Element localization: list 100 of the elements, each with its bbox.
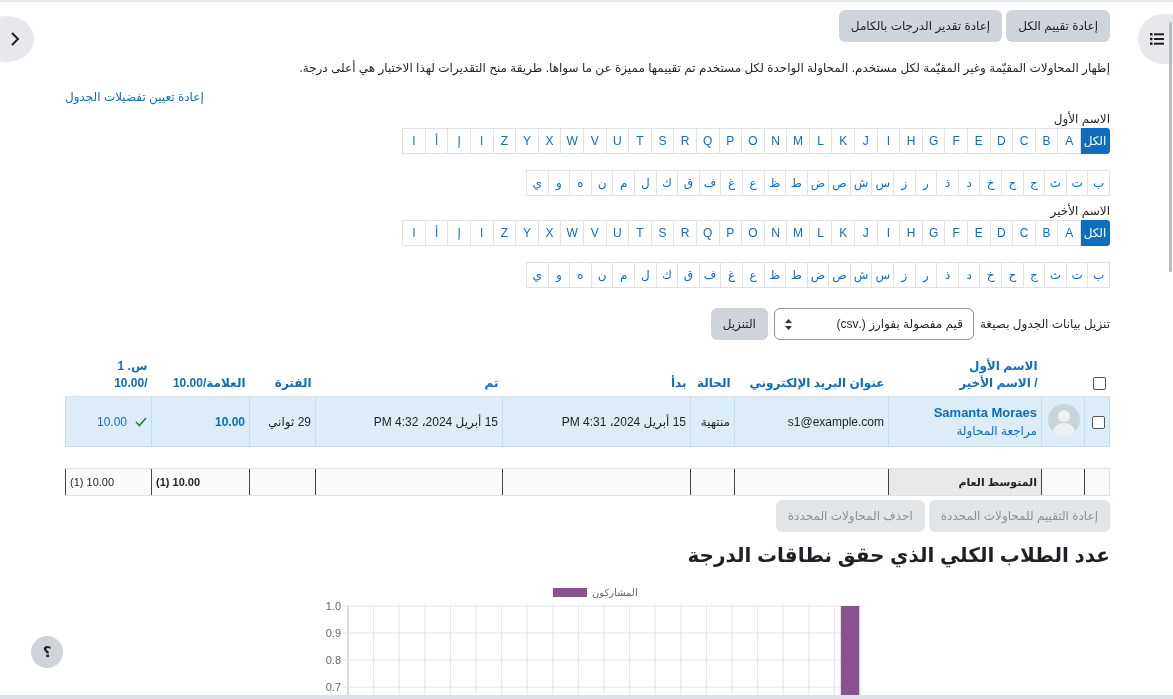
- letter-filter[interactable]: B: [1034, 220, 1059, 246]
- letter-filter[interactable]: ي: [525, 262, 549, 288]
- letter-filter[interactable]: Y: [515, 220, 539, 246]
- letter-filter[interactable]: ق: [677, 170, 700, 196]
- letter-filter[interactable]: ح: [1001, 170, 1024, 196]
- letter-filter[interactable]: U: [605, 128, 630, 154]
- letter-filter[interactable]: ع: [741, 170, 765, 196]
- letter-filter[interactable]: ف: [698, 170, 722, 196]
- letter-filter[interactable]: ظ: [763, 262, 787, 288]
- letter-filter[interactable]: W: [560, 128, 584, 154]
- letter-filter[interactable]: N: [763, 220, 788, 246]
- letter-filter[interactable]: O: [741, 128, 765, 154]
- letter-filter[interactable]: ن: [590, 262, 614, 288]
- letter-filter[interactable]: أ: [424, 128, 449, 154]
- letter-filter[interactable]: H: [899, 220, 923, 246]
- letter-filter[interactable]: ه: [569, 170, 592, 196]
- letter-filter[interactable]: S: [650, 220, 675, 246]
- column-header[interactable]: الاسم الأول: [969, 359, 1038, 373]
- letter-filter[interactable]: R: [673, 128, 697, 154]
- toolbar-button[interactable]: إعادة تقدير الدرجات بالكامل: [838, 10, 1003, 42]
- letter-filter[interactable]: F: [944, 128, 969, 154]
- letter-filter[interactable]: ض: [806, 262, 830, 288]
- letter-filter[interactable]: P: [718, 128, 743, 154]
- column-header[interactable]: س. 1: [117, 359, 148, 373]
- letter-filter[interactable]: غ: [720, 262, 743, 288]
- letter-filter[interactable]: S: [650, 128, 675, 154]
- letter-filter[interactable]: ص: [828, 262, 851, 288]
- column-header[interactable]: عنوان البريد الإلكتروني: [749, 376, 885, 390]
- column-header[interactable]: تم: [484, 376, 499, 390]
- letter-filter[interactable]: ا: [469, 128, 494, 154]
- letter-filter[interactable]: D: [989, 220, 1014, 246]
- letter-filter[interactable]: H: [899, 128, 923, 154]
- letter-filter[interactable]: L: [808, 128, 833, 154]
- letter-filter[interactable]: E: [967, 220, 991, 246]
- user-name-link[interactable]: Samanta Moraes: [893, 405, 1037, 420]
- letter-filter[interactable]: Z: [492, 220, 517, 246]
- letter-filter[interactable]: U: [605, 220, 630, 246]
- letter-filter[interactable]: N: [763, 128, 788, 154]
- letter-filter[interactable]: إ: [447, 128, 471, 154]
- letter-filter[interactable]: الكل: [1080, 128, 1110, 154]
- letter-filter[interactable]: O: [741, 220, 765, 246]
- letter-filter[interactable]: ر: [914, 262, 938, 288]
- letter-filter[interactable]: E: [967, 128, 991, 154]
- letter-filter[interactable]: ا: [402, 128, 426, 154]
- letter-filter[interactable]: ط: [785, 170, 808, 196]
- letter-filter[interactable]: أ: [424, 220, 449, 246]
- download-button[interactable]: التنزيل: [710, 308, 768, 340]
- letter-filter[interactable]: ج: [1022, 170, 1046, 196]
- help-button[interactable]: ؟: [31, 636, 63, 668]
- letter-filter[interactable]: C: [1012, 220, 1036, 246]
- select-all-checkbox[interactable]: [1092, 377, 1106, 391]
- letter-filter[interactable]: G: [921, 128, 946, 154]
- letter-filter[interactable]: ع: [741, 262, 765, 288]
- letter-filter[interactable]: T: [628, 220, 652, 246]
- letter-filter[interactable]: ط: [785, 262, 808, 288]
- column-header[interactable]: بدأ: [670, 376, 687, 390]
- letter-filter[interactable]: I: [876, 128, 901, 154]
- letter-filter[interactable]: غ: [720, 170, 743, 196]
- letter-filter[interactable]: M: [786, 128, 810, 154]
- letter-filter[interactable]: و: [547, 170, 571, 196]
- letter-filter[interactable]: ق: [677, 262, 700, 288]
- letter-filter[interactable]: V: [582, 128, 607, 154]
- letter-filter[interactable]: ح: [1001, 262, 1024, 288]
- column-header[interactable]: / الاسم الأخير: [959, 376, 1038, 390]
- letter-filter[interactable]: ث: [1044, 262, 1067, 288]
- letter-filter[interactable]: A: [1057, 220, 1081, 246]
- letter-filter[interactable]: الكل: [1080, 220, 1110, 246]
- review-attempt-link[interactable]: مراجعة المحاولة: [893, 424, 1037, 438]
- letter-filter[interactable]: ن: [590, 170, 614, 196]
- letter-filter[interactable]: ب: [1087, 170, 1110, 196]
- letter-filter[interactable]: ش: [849, 170, 873, 196]
- letter-filter[interactable]: ت: [1065, 170, 1089, 196]
- letter-filter[interactable]: ت: [1065, 262, 1089, 288]
- letter-filter[interactable]: A: [1057, 128, 1081, 154]
- column-header[interactable]: العلامة/10.00: [172, 376, 246, 390]
- letter-filter[interactable]: ث: [1044, 170, 1067, 196]
- letter-filter[interactable]: ر: [914, 170, 938, 196]
- letter-filter[interactable]: ذ: [936, 262, 959, 288]
- letter-filter[interactable]: د: [957, 170, 981, 196]
- letter-filter[interactable]: K: [831, 220, 856, 246]
- letter-filter[interactable]: J: [854, 128, 878, 154]
- format-select[interactable]: قيم مفصولة بفوارز (.csv): [773, 308, 974, 340]
- letter-filter[interactable]: إ: [447, 220, 471, 246]
- letter-filter[interactable]: Y: [515, 128, 539, 154]
- column-header[interactable]: /10.00: [114, 376, 148, 390]
- letter-filter[interactable]: P: [718, 220, 743, 246]
- letter-filter[interactable]: F: [944, 220, 969, 246]
- letter-filter[interactable]: K: [831, 128, 856, 154]
- question-mark-link[interactable]: 10.00: [96, 414, 127, 429]
- letter-filter[interactable]: ص: [828, 170, 851, 196]
- letter-filter[interactable]: ا: [469, 220, 494, 246]
- letter-filter[interactable]: ل: [633, 170, 657, 196]
- letter-filter[interactable]: D: [989, 128, 1014, 154]
- letter-filter[interactable]: J: [854, 220, 878, 246]
- column-header[interactable]: الفترة: [274, 376, 312, 390]
- letter-filter[interactable]: ض: [806, 170, 830, 196]
- grade-link[interactable]: 10.00: [214, 414, 245, 429]
- letter-filter[interactable]: Z: [492, 128, 517, 154]
- letter-filter[interactable]: م: [612, 170, 635, 196]
- letter-filter[interactable]: M: [786, 220, 810, 246]
